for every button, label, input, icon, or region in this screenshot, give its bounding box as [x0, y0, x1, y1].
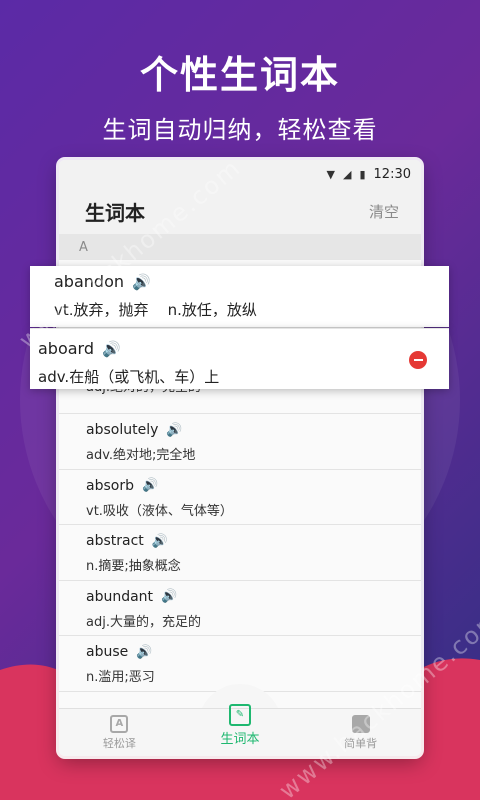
word-text: abandon — [54, 272, 124, 291]
battery-icon: ▮ — [359, 167, 366, 181]
word-card-abandon[interactable]: abandon 🔊 vt.放弃，抛弃 n.放任，放纵 — [30, 266, 449, 327]
status-bar: ▼ ◢ ▮ 12:30 — [59, 160, 421, 188]
list-item[interactable]: abundant 🔊 adj.大量的，充足的 — [59, 581, 421, 636]
translate-icon: A — [110, 714, 129, 733]
tab-translate[interactable]: A 轻松译 — [74, 714, 164, 751]
word-text: aboard — [38, 339, 95, 358]
word-text: absolutely — [86, 422, 159, 438]
definition-text: vt.吸收（液体、气体等） — [86, 503, 233, 519]
wifi-icon: ▼ — [326, 167, 335, 181]
speaker-icon[interactable]: 🔊 — [102, 340, 121, 358]
speaker-icon[interactable]: 🔊 — [136, 645, 152, 660]
book-icon — [351, 714, 370, 733]
word-card-aboard[interactable]: aboard 🔊 adv.在船（或飞机、车）上 — [30, 328, 449, 389]
phone-screen: ▼ ◢ ▮ 12:30 生词本 清空 A absolute🔊 adj.绝对的，完… — [59, 160, 421, 756]
list-item[interactable]: abstract 🔊 n.摘要;抽象概念 — [59, 525, 421, 581]
definition-text: n.摘要;抽象概念 — [86, 559, 181, 574]
page-title: 生词本 — [85, 200, 145, 225]
status-time: 12:30 — [373, 166, 411, 182]
tab-label: 轻松译 — [102, 736, 136, 750]
tab-memorize[interactable]: 简单背 — [316, 714, 406, 751]
promo-headline: 个性生词本 — [139, 53, 340, 97]
speaker-icon[interactable]: 🔊 — [166, 423, 182, 438]
definition-text: adv.在船（或飞机、车）上 — [38, 368, 220, 386]
minus-icon — [413, 359, 423, 361]
definition-text: adj.大量的，充足的 — [86, 614, 201, 630]
word-list: absolute🔊 adj.绝对的，完全的 absolutely🔊 adv.绝对… — [59, 360, 421, 692]
speaker-icon[interactable]: 🔊 — [152, 534, 168, 549]
list-item[interactable]: absorb 🔊 vt.吸收（液体、气体等） — [59, 470, 421, 525]
section-header: A — [59, 234, 421, 260]
definition-text: vt.放弃，抛弃 n.放任，放纵 — [54, 301, 257, 319]
delete-button[interactable] — [409, 351, 427, 369]
definition-text: n.滥用;恶习 — [86, 670, 155, 685]
clear-button[interactable]: 清空 — [369, 201, 399, 222]
word-text: absorb — [86, 477, 134, 494]
word-text: abstract — [86, 533, 144, 549]
signal-icon: ◢ — [343, 167, 352, 181]
promo-subline: 生词自动归纳，轻松查看 — [102, 116, 378, 144]
word-text: abundant — [86, 588, 154, 605]
app-bar: 生词本 清空 — [59, 188, 421, 234]
speaker-icon[interactable]: 🔊 — [161, 589, 177, 604]
list-item[interactable]: absolutely 🔊 adv.绝对地;完全地 — [59, 414, 421, 470]
tab-label: 简单背 — [344, 736, 378, 750]
tab-label: 生词本 — [220, 732, 260, 747]
edit-icon: ✎ — [228, 704, 251, 726]
speaker-icon[interactable]: 🔊 — [142, 478, 158, 493]
speaker-icon[interactable]: 🔊 — [132, 273, 151, 291]
tab-bar: A 轻松译 ✎ 生词本 简单背 — [59, 704, 421, 756]
definition-text: adv.绝对地;完全地 — [86, 448, 196, 463]
tab-vocabulary[interactable]: ✎ 生词本 — [195, 704, 285, 747]
word-text: abuse — [86, 644, 129, 660]
